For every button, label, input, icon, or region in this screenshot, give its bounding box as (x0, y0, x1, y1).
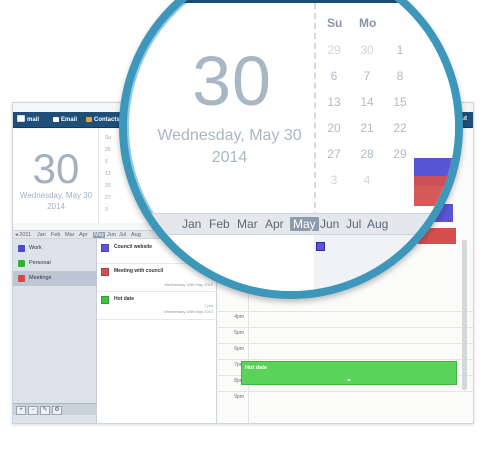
email-tab-label: Email (61, 117, 78, 123)
lens-event-marker[interactable] (316, 242, 325, 251)
checkbox-icon[interactable] (18, 260, 25, 267)
prev-year-label: 2011 (19, 232, 32, 238)
calendar-day[interactable]: 14 (355, 95, 379, 109)
hour-row[interactable]: 6pm (218, 343, 473, 360)
hour-label: 9pm (234, 394, 244, 400)
event-color-icon (101, 268, 109, 276)
calendar-item-meetings[interactable]: Meetings (13, 271, 97, 286)
mini-cal-cell[interactable]: 13 (105, 171, 111, 177)
calendar-day[interactable]: 15 (388, 95, 412, 109)
remove-calendar-button[interactable]: − (28, 406, 38, 415)
mini-cal-cell[interactable]: 3 (105, 207, 108, 213)
month-jan[interactable]: Jan (37, 232, 46, 238)
contacts-tab-label: Contacts (94, 117, 120, 123)
lens-month-strip: Jan Feb Mar Apr May Jun Jul Aug (127, 213, 455, 235)
calendar-day[interactable]: 1 (388, 43, 412, 57)
month-mar[interactable]: Mar (237, 217, 258, 231)
hour-row[interactable]: 5pm (218, 327, 473, 344)
email-tab[interactable]: Email (53, 112, 77, 128)
calendar-day[interactable]: 8 (388, 69, 412, 83)
mini-cal-cell[interactable]: 20 (105, 183, 111, 189)
month-jul[interactable]: Jul (346, 217, 361, 231)
month-aug[interactable]: Aug (367, 217, 388, 231)
lens-date-day: 30 (192, 42, 272, 120)
resize-handle-icon[interactable]: ⌄ (346, 375, 352, 383)
month-jan[interactable]: Jan (182, 217, 201, 231)
date-year: 2014 (47, 202, 65, 211)
mini-cal-cell[interactable]: 29 (105, 147, 111, 153)
checkbox-icon[interactable] (18, 275, 25, 282)
date-weekday: Wednesday, May 30 (19, 191, 93, 200)
event-title: Hot date (114, 296, 134, 302)
lens-date-year: 2014 (211, 149, 248, 166)
calendar-day[interactable]: 30 (355, 43, 379, 57)
contacts-tab[interactable]: Contacts (86, 112, 120, 128)
mini-cal-cell[interactable]: 27 (105, 195, 111, 201)
sidebar-footer: + − ✎ ⚙ (13, 403, 97, 415)
hour-row[interactable]: 9pm (218, 391, 473, 408)
month-jun[interactable]: Jun (107, 232, 116, 238)
calendar-item-personal[interactable]: Personal (13, 256, 97, 271)
calendar-day[interactable]: 21 (355, 121, 379, 135)
month-jun[interactable]: Jun (320, 217, 339, 231)
hour-label: 5pm (234, 330, 244, 336)
scrollbar[interactable] (462, 240, 467, 390)
lens-divider (314, 3, 316, 228)
checkbox-icon[interactable] (18, 245, 25, 252)
mini-cal-cell[interactable]: 6 (105, 159, 108, 165)
calendar-item-work[interactable]: Work (13, 241, 97, 256)
edit-calendar-button[interactable]: ✎ (40, 406, 50, 415)
calendar-day[interactable]: 7 (355, 69, 379, 83)
calendar-label: Work (29, 245, 42, 251)
calendar-day[interactable]: 20 (322, 121, 346, 135)
date-day: 30 (32, 145, 80, 192)
event-color-icon (101, 296, 109, 304)
hour-label: 4pm (234, 314, 244, 320)
calendar-day[interactable]: 29 (388, 147, 412, 161)
event-block-hot-date[interactable]: Hot date ⌄ (241, 361, 457, 385)
event-time: 7 pm (204, 303, 213, 308)
mini-cal-header: Su (105, 135, 112, 141)
calendar-label: Personal (29, 260, 51, 266)
add-calendar-button[interactable]: + (16, 406, 26, 415)
calendar-day[interactable]: 13 (322, 95, 346, 109)
month-mar[interactable]: Mar (65, 232, 74, 238)
event-date: Wednesday 30th May 2012 (164, 309, 213, 314)
settings-button[interactable]: ⚙ (52, 406, 62, 415)
mail-logo-text: mail (27, 117, 40, 123)
lens-event-list (127, 235, 314, 291)
calendar-day[interactable]: 28 (355, 147, 379, 161)
calendar-label: Meetings (29, 275, 52, 281)
month-may[interactable]: May (93, 232, 106, 238)
calendar-day[interactable]: 4 (355, 173, 379, 187)
month-feb[interactable]: Feb (51, 232, 60, 238)
calendar-day[interactable]: 22 (388, 121, 412, 135)
mail-logo[interactable]: mail (17, 112, 39, 128)
at-icon (17, 114, 25, 122)
address-book-icon (86, 116, 92, 122)
envelope-icon (53, 116, 59, 122)
event-color-icon (101, 244, 109, 252)
weekday-header: Su (327, 16, 343, 30)
date-panel: 30 Wednesday, May 30 2014 (13, 129, 99, 223)
hour-row[interactable]: 4pm (218, 311, 473, 328)
magnifier-lens: Email Contacts 30 Wednesday, May 30 2014… (119, 0, 463, 299)
calendar-day[interactable]: 6 (322, 69, 346, 83)
month-feb[interactable]: Feb (209, 217, 230, 231)
event-block-title: Hot date (245, 365, 267, 371)
calendar-sidebar: Work Personal Meetings (13, 239, 97, 423)
calendar-day[interactable]: 29 (322, 43, 346, 57)
month-apr[interactable]: Apr (79, 232, 88, 238)
month-jul[interactable]: Jul (119, 232, 126, 238)
lens-day-grid (314, 235, 455, 291)
lens-date-weekday: Wednesday, May 30 (157, 127, 302, 144)
prev-year[interactable]: ◂ 2011 (15, 232, 31, 238)
month-may[interactable]: May (290, 217, 319, 231)
calendar-day[interactable]: 3 (322, 173, 346, 187)
calendar-day[interactable]: 27 (322, 147, 346, 161)
month-apr[interactable]: Apr (265, 217, 284, 231)
weekday-header: Mo (359, 16, 377, 30)
list-item[interactable]: Hot date 7 pm Wednesday 30th May 2012 (97, 291, 217, 320)
hour-label: 6pm (234, 346, 244, 352)
